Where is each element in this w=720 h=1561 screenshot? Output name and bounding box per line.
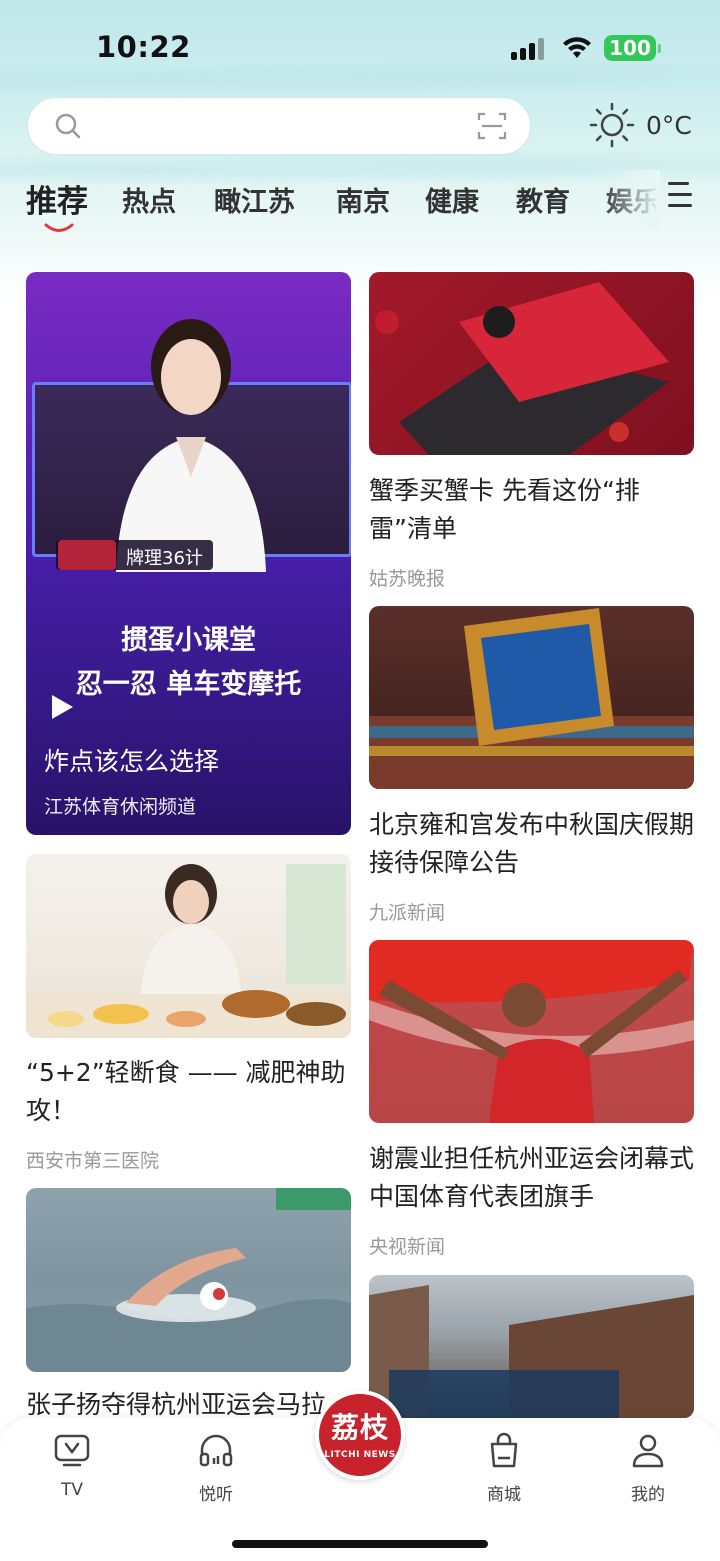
- news-thumbnail: [369, 606, 694, 789]
- news-thumbnail: [369, 272, 694, 455]
- news-source: 央视新闻: [369, 1236, 446, 1258]
- headphones-icon: [199, 1434, 233, 1467]
- active-tab-indicator: [44, 223, 74, 232]
- presenter-image: [116, 319, 266, 572]
- battery-indicator: 100: [604, 35, 661, 61]
- news-source: 姑苏晚报: [369, 568, 446, 590]
- tab-education[interactable]: 教育: [516, 180, 570, 219]
- video-source: 江苏体育休闲频道: [44, 796, 197, 818]
- news-card[interactable]: 蟹季买蟹卡 先看这份“排雷”清单 姑苏晚报: [369, 272, 694, 592]
- nav-tv[interactable]: TV: [27, 1430, 117, 1500]
- tab-nanjing[interactable]: 南京: [336, 180, 390, 219]
- video-title: 炸点该怎么选择: [44, 747, 220, 776]
- status-bar: 10:22 100: [0, 0, 720, 90]
- play-icon[interactable]: [48, 692, 76, 722]
- wifi-icon: [563, 37, 591, 58]
- temperature-text: 0°C: [646, 110, 692, 140]
- news-thumbnail: [369, 1275, 694, 1418]
- nav-mall-label: 商城: [487, 1485, 521, 1505]
- weather-widget[interactable]: 0°C: [588, 100, 692, 150]
- search-input[interactable]: [92, 106, 472, 146]
- sun-icon: [589, 102, 635, 148]
- video-headline-1: 掼蛋小课堂: [121, 625, 256, 656]
- nav-profile-label: 我的: [631, 1485, 665, 1505]
- scan-icon[interactable]: [476, 110, 508, 142]
- nav-listen[interactable]: 悦听: [171, 1430, 261, 1505]
- news-title: 蟹季买蟹卡 先看这份“排雷”清单: [369, 476, 640, 543]
- tab-health[interactable]: 健康: [425, 180, 479, 219]
- status-time: 10:22: [96, 30, 191, 64]
- news-source: 西安市第三医院: [26, 1150, 160, 1172]
- nav-tv-label: TV: [60, 1480, 83, 1500]
- news-card[interactable]: [369, 1275, 694, 1418]
- litchi-logo: 荔枝: [330, 1411, 389, 1444]
- news-card[interactable]: “5+2”轻断食 —— 减肥神助攻！ 西安市第三医院: [26, 854, 351, 1174]
- news-source: 九派新闻: [369, 902, 446, 924]
- home-logo-button[interactable]: 荔枝 LITCHI NEWS: [315, 1390, 405, 1480]
- video-card[interactable]: 牌理36计 掼蛋小课堂 忍一忍 单车变摩托 炸点该怎么选择 江苏体育休闲频道: [26, 272, 351, 835]
- news-thumbnail: [369, 940, 694, 1123]
- news-title: 谢震业担任杭州亚运会闭幕式中国体育代表团旗手: [369, 1144, 695, 1211]
- cellular-signal-icon: [511, 38, 547, 60]
- news-title: 北京雍和宫发布中秋国庆假期接待保障公告: [369, 810, 695, 877]
- search-icon: [55, 113, 81, 139]
- news-title: “5+2”轻断食 —— 减肥神助攻！: [26, 1058, 346, 1125]
- search-bar[interactable]: [28, 98, 530, 154]
- tabs-fade: [600, 170, 660, 230]
- litchi-logo-subtitle: LITCHI NEWS: [324, 1450, 396, 1460]
- tv-icon: [54, 1434, 90, 1467]
- tab-hot[interactable]: 热点: [122, 180, 176, 219]
- channel-menu-icon[interactable]: [668, 182, 698, 212]
- video-badge: 牌理36计: [56, 540, 213, 570]
- tab-jiangsu[interactable]: 瞰江苏: [214, 180, 295, 219]
- nav-profile[interactable]: 我的: [603, 1430, 693, 1505]
- news-thumbnail: [26, 1188, 351, 1372]
- news-card[interactable]: 张子扬夺得杭州亚运会马拉: [26, 1188, 351, 1419]
- news-thumbnail: [26, 854, 351, 1038]
- news-card[interactable]: 北京雍和宫发布中秋国庆假期接待保障公告 九派新闻: [369, 606, 694, 926]
- channel-tabs: 推荐 热点 瞰江苏 南京 健康 教育 娱乐: [0, 170, 720, 240]
- nav-listen-label: 悦听: [199, 1485, 233, 1505]
- user-icon: [632, 1434, 664, 1468]
- nav-mall[interactable]: 商城: [459, 1430, 549, 1505]
- home-indicator: [232, 1540, 488, 1548]
- tab-recommend[interactable]: 推荐: [26, 176, 88, 221]
- shopping-bag-icon: [490, 1432, 518, 1468]
- news-card[interactable]: 谢震业担任杭州亚运会闭幕式中国体育代表团旗手 央视新闻: [369, 940, 694, 1260]
